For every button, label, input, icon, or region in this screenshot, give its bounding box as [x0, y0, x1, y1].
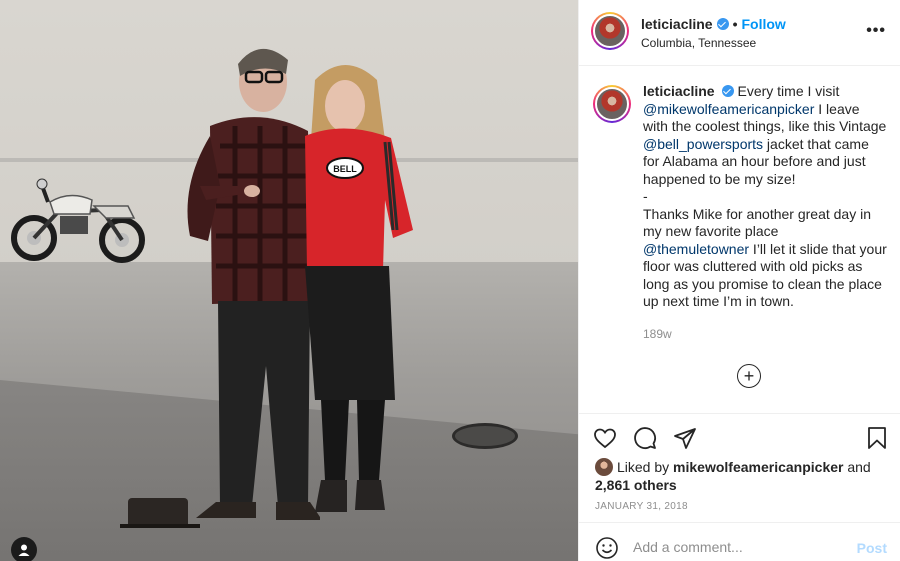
woman-figure: BELL: [305, 65, 413, 512]
liked-by-and: and: [843, 459, 871, 475]
comment-icon[interactable]: [633, 426, 657, 450]
post-date[interactable]: JANUARY 31, 2018: [595, 501, 688, 512]
smiley-icon[interactable]: [595, 536, 619, 560]
post-caption: leticiacline Every time I visit @mikewol…: [643, 83, 887, 311]
post-photo[interactable]: BELL: [0, 0, 578, 561]
liked-by-prefix: Liked by: [617, 459, 674, 475]
likes-count[interactable]: 2,861 others: [595, 477, 677, 493]
bookmark-icon[interactable]: [865, 426, 889, 450]
comments-section: leticiacline Every time I visit @mikewol…: [579, 67, 900, 413]
caption-timestamp[interactable]: 189w: [643, 327, 887, 341]
leather-bag: [120, 498, 200, 528]
load-more-comments-button[interactable]: +: [737, 364, 761, 388]
svg-text:BELL: BELL: [333, 164, 357, 174]
paper-plane-icon[interactable]: [673, 426, 697, 450]
liked-by-text: Liked by mikewolfeamericanpicker and 2,8…: [595, 458, 885, 494]
post-comment-button[interactable]: Post: [857, 540, 887, 556]
more-options-icon[interactable]: •••: [866, 22, 886, 40]
person-silhouette-icon: [18, 544, 30, 556]
add-comment-bar: Post: [579, 522, 900, 561]
post-header: leticiacline • Follow Columbia, Tennessee …: [579, 0, 900, 66]
verified-badge-icon: [716, 18, 729, 30]
caption-text: Thanks Mike for another great day in my …: [643, 205, 872, 240]
caption-author-avatar[interactable]: [593, 85, 631, 123]
caption-text: Every time I visit: [737, 83, 840, 99]
author-avatar[interactable]: [591, 12, 629, 50]
author-header-line: leticiacline • Follow: [641, 16, 786, 32]
separator-dot: •: [732, 16, 738, 32]
author-username[interactable]: leticiacline: [641, 16, 713, 32]
post-side-panel: leticiacline • Follow Columbia, Tennessee …: [578, 0, 900, 561]
comment-input[interactable]: [633, 539, 843, 555]
caption-username[interactable]: leticiacline: [643, 83, 715, 99]
liker-username[interactable]: mikewolfeamericanpicker: [673, 459, 843, 475]
user-tag-icon[interactable]: [11, 537, 37, 561]
mention-link[interactable]: @mikewolfeamericanpicker: [643, 101, 814, 117]
liker-avatar[interactable]: [595, 458, 613, 476]
mention-link[interactable]: @bell_powersports: [643, 136, 763, 152]
save-button[interactable]: [865, 426, 889, 450]
motorcycle-illustration: [11, 178, 145, 263]
follow-button[interactable]: Follow: [742, 16, 786, 32]
caption-verified-badge-icon: [721, 85, 734, 97]
post-location[interactable]: Columbia, Tennessee: [641, 36, 756, 50]
action-icon-row: [593, 426, 697, 450]
floor-drain: [452, 423, 518, 449]
caption-divider: -: [643, 188, 648, 204]
heart-icon[interactable]: [593, 426, 617, 450]
mention-link[interactable]: @themuletowner: [643, 241, 749, 257]
